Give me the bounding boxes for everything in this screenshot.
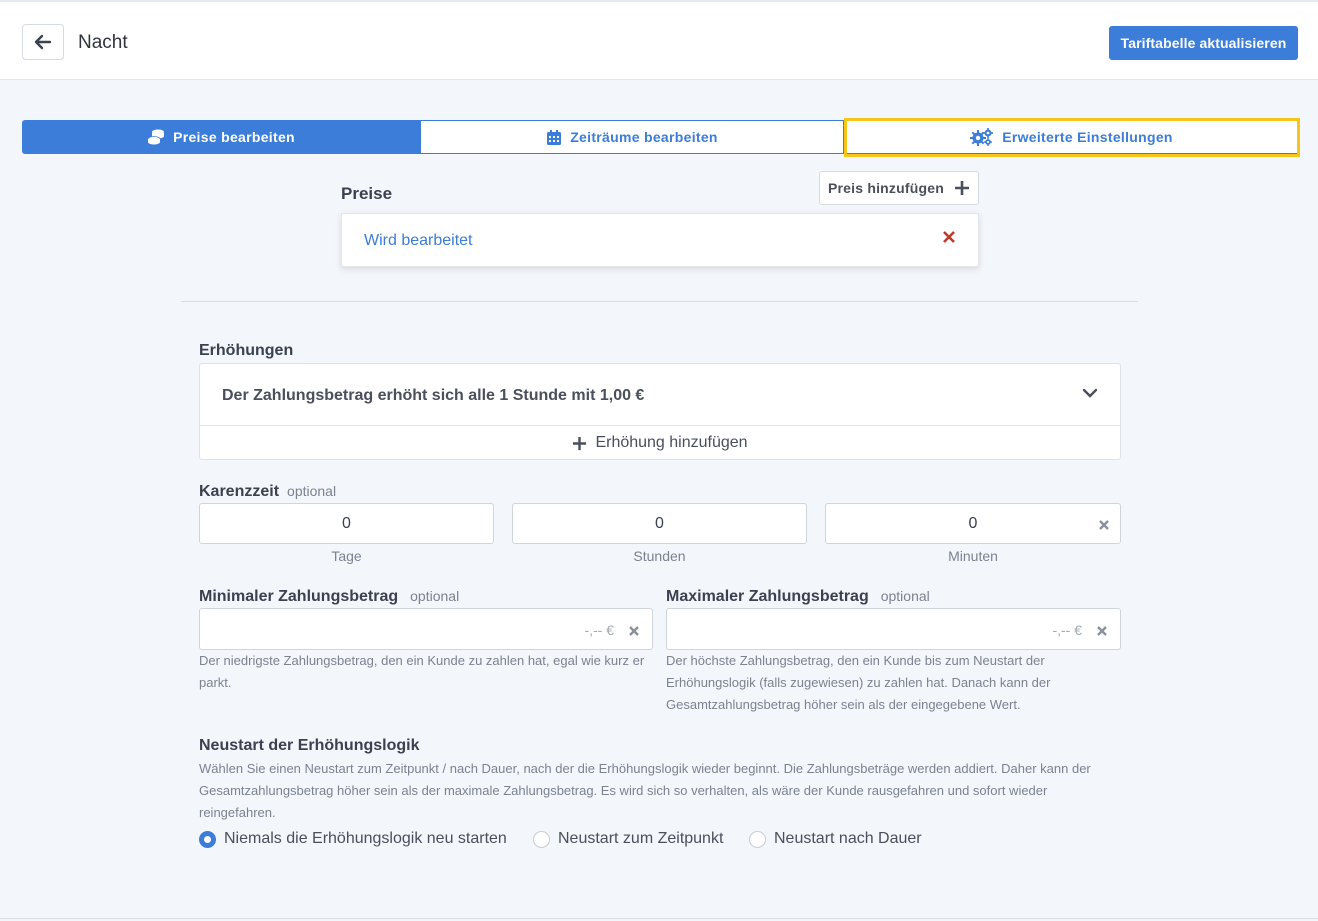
raise-rule-row[interactable]: Der Zahlungsbetrag erhöht sich alle 1 St…	[200, 364, 1120, 426]
tab-edit-prices[interactable]: Preise bearbeiten	[22, 120, 420, 154]
radio-label: Neustart zum Zeitpunkt	[558, 830, 724, 847]
close-icon	[629, 626, 639, 636]
radio-button[interactable]	[749, 830, 766, 848]
add-raise-label: Erhöhung hinzufügen	[595, 434, 748, 451]
optional-label: optional	[410, 588, 460, 604]
restart-heading: Neustart der Erhöhungslogik	[199, 737, 420, 754]
tab-label: Erweiterte Einstellungen	[1002, 129, 1173, 145]
raises-heading: Erhöhungen	[199, 342, 294, 359]
top-bar: Nacht Tariftabelle aktualisieren	[0, 0, 1318, 80]
max-amount-heading: Maximaler Zahlungsbetrag optional	[666, 588, 930, 606]
bottom-divider	[0, 918, 1318, 919]
divider	[181, 301, 1138, 302]
coins-icon	[147, 129, 165, 145]
max-amount-help: Der höchste Zahlungsbetrag, den ein Kund…	[666, 653, 1051, 712]
grace-minutes-unit: Minuten	[948, 548, 998, 564]
gears-icon	[970, 128, 994, 146]
page-title: Nacht	[78, 32, 128, 53]
tab-bar: Preise bearbeiten Zeiträume bearbeiten E…	[22, 120, 1300, 154]
close-icon	[1097, 626, 1107, 636]
add-price-label: Preis hinzufügen	[828, 180, 944, 196]
tab-label: Zeiträume bearbeiten	[570, 129, 718, 145]
grace-hours-unit: Stunden	[633, 548, 686, 564]
max-amount-placeholder: -,-- €	[1052, 622, 1082, 638]
tab-edit-periods[interactable]: Zeiträume bearbeiten	[420, 120, 844, 154]
radio-restart-at-time[interactable]: Neustart zum Zeitpunkt	[533, 830, 723, 848]
close-icon	[1099, 520, 1109, 530]
price-item-label: Wird bearbeitet	[364, 232, 473, 249]
price-list-item[interactable]: Wird bearbeitet	[341, 213, 979, 267]
radio-restart-after-duration[interactable]: Neustart nach Dauer	[749, 830, 922, 848]
add-price-button[interactable]: Preis hinzufügen	[819, 171, 979, 205]
update-tariff-table-button[interactable]: Tariftabelle aktualisieren	[1109, 26, 1298, 60]
radio-never-restart[interactable]: Niemals die Erhöhungslogik neu starten	[199, 830, 507, 848]
min-amount-label: Minimaler Zahlungsbetrag	[199, 588, 399, 605]
raise-rule-text: Der Zahlungsbetrag erhöht sich alle 1 St…	[222, 387, 645, 404]
grace-hours-input[interactable]: 0	[512, 503, 807, 544]
chevron-down-icon[interactable]	[1082, 386, 1098, 404]
close-icon	[943, 231, 955, 243]
radio-button[interactable]	[533, 830, 550, 848]
min-amount-heading: Minimaler Zahlungsbetrag optional	[199, 588, 459, 606]
clear-min-amount-button[interactable]	[628, 624, 640, 642]
radio-label: Niemals die Erhöhungslogik neu starten	[224, 830, 507, 847]
optional-label: optional	[287, 483, 337, 499]
clear-grace-button[interactable]	[1098, 518, 1110, 536]
calendar-icon	[547, 129, 562, 145]
grace-minutes-input[interactable]: 0	[825, 503, 1121, 544]
grace-days-unit: Tage	[331, 548, 362, 564]
remove-price-button[interactable]	[942, 230, 956, 249]
max-amount-input[interactable]: -,-- €	[666, 608, 1121, 650]
tab-advanced-settings[interactable]: Erweiterte Einstellungen	[844, 120, 1300, 154]
min-amount-help: Der niedrigste Zahlungsbetrag, den ein K…	[199, 653, 645, 690]
max-amount-label: Maximaler Zahlungsbetrag	[666, 588, 869, 605]
grace-period-label: Karenzzeit	[199, 483, 280, 500]
plus-icon	[955, 181, 969, 195]
plus-icon	[573, 436, 587, 450]
restart-help: Wählen Sie einen Neustart zum Zeitpunkt …	[199, 761, 1091, 820]
clear-max-amount-button[interactable]	[1096, 624, 1108, 642]
raises-box: Der Zahlungsbetrag erhöht sich alle 1 St…	[199, 363, 1121, 460]
optional-label: optional	[880, 588, 930, 604]
min-amount-placeholder: -,-- €	[584, 622, 614, 638]
radio-button[interactable]	[199, 830, 216, 848]
radio-label: Neustart nach Dauer	[774, 830, 922, 847]
arrow-left-icon	[34, 34, 52, 50]
back-button[interactable]	[22, 24, 64, 60]
grace-period-heading: Karenzzeit optional	[199, 483, 336, 501]
add-raise-button[interactable]: Erhöhung hinzufügen	[200, 426, 1120, 460]
tab-label: Preise bearbeiten	[173, 129, 295, 145]
grace-days-input[interactable]: 0	[199, 503, 494, 544]
prices-heading: Preise	[341, 184, 393, 203]
min-amount-input[interactable]: -,-- €	[199, 608, 653, 650]
